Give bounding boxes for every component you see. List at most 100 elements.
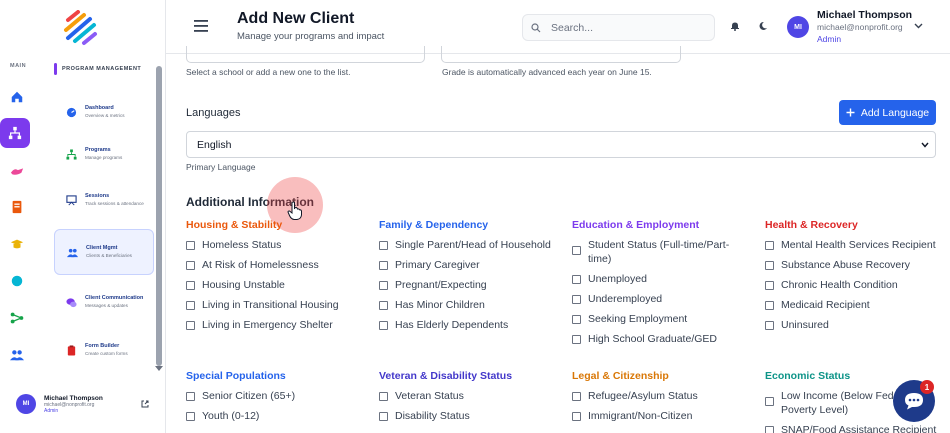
checkbox-item[interactable]: Homeless Status <box>186 238 366 252</box>
checkbox[interactable] <box>186 240 195 250</box>
checkbox-item[interactable]: Primary Caregiver <box>379 258 559 272</box>
checkbox[interactable] <box>379 320 388 330</box>
search-input[interactable] <box>551 21 701 34</box>
users-icon <box>67 248 78 257</box>
chevron-down-icon[interactable] <box>914 23 923 29</box>
checkbox-label: Seeking Employment <box>588 313 688 325</box>
checkbox-label: Has Elderly Dependents <box>395 319 509 331</box>
rail-network-button[interactable] <box>4 305 30 331</box>
sidebar-user-name: Michael Thompson <box>44 394 103 402</box>
sidebar-item-title: Form Builder <box>85 343 120 350</box>
search-box[interactable] <box>522 14 715 41</box>
moon-icon[interactable] <box>758 21 768 31</box>
rail-users-button[interactable] <box>4 342 30 368</box>
sidebar-item-client-mgmt[interactable]: Client Mgmt Clients & Beneficiaries <box>54 229 154 275</box>
checkbox-item[interactable]: Seeking Employment <box>572 312 747 326</box>
bell-icon[interactable] <box>730 21 740 31</box>
sidebar-item-form-builder[interactable]: Form Builder Create custom forms <box>54 330 154 370</box>
language-select[interactable]: English <box>186 131 936 158</box>
checkbox[interactable] <box>186 300 195 310</box>
checkbox-item[interactable]: Refugee/Asylum Status <box>572 389 752 403</box>
rail-education-button[interactable] <box>4 231 30 257</box>
checkbox[interactable] <box>572 274 581 284</box>
checkbox-item[interactable]: SNAP/Food Assistance Recipient <box>765 423 940 433</box>
checkbox[interactable] <box>765 260 774 270</box>
checkbox[interactable] <box>765 397 774 406</box>
checkbox[interactable] <box>765 240 774 250</box>
checkbox[interactable] <box>186 411 195 421</box>
checkbox-item[interactable]: Living in Transitional Housing <box>186 298 366 312</box>
group-special-populations: Special Populations Senior Citizen (65+)… <box>186 370 366 429</box>
checkbox[interactable] <box>186 320 195 330</box>
checkbox[interactable] <box>379 411 388 421</box>
checkbox-item[interactable]: Housing Unstable <box>186 278 366 292</box>
chalkboard-icon <box>66 194 77 205</box>
home-icon <box>11 91 23 103</box>
rail-programs-button[interactable] <box>0 118 30 148</box>
checkbox-item[interactable]: Disability Status <box>379 409 559 423</box>
checkbox[interactable] <box>572 246 581 255</box>
checkbox[interactable] <box>379 391 388 401</box>
checkbox[interactable] <box>379 240 388 250</box>
checkbox[interactable] <box>572 411 581 421</box>
language-select-value: English <box>197 138 232 151</box>
checkbox[interactable] <box>572 391 581 401</box>
checkbox[interactable] <box>765 300 774 310</box>
checkbox-item[interactable]: Pregnant/Expecting <box>379 278 559 292</box>
checkbox[interactable] <box>186 260 195 270</box>
primary-language-hint: Primary Language <box>186 162 256 172</box>
checkbox-item[interactable]: Uninsured <box>765 318 945 332</box>
rail-sessions-button[interactable] <box>4 158 30 184</box>
checkbox-item[interactable]: Student Status (Full-time/Part-time) <box>572 238 747 266</box>
sidebar-item-sessions[interactable]: Sessions Track sessions & attendance <box>54 180 154 220</box>
add-language-button[interactable]: Add Language <box>839 100 936 125</box>
checkbox-item[interactable]: High School Graduate/GED <box>572 332 747 346</box>
checkbox-item[interactable]: Veteran Status <box>379 389 559 403</box>
chat-bubble-icon <box>905 393 923 410</box>
checkbox-item[interactable]: Chronic Health Condition <box>765 278 945 292</box>
rail-reports-button[interactable] <box>4 194 30 220</box>
checkbox-item[interactable]: Immigrant/Non-Citizen <box>572 409 752 423</box>
checkbox[interactable] <box>379 300 388 310</box>
checkbox-item[interactable]: At Risk of Homelessness <box>186 258 366 272</box>
checkbox-item[interactable]: Substance Abuse Recovery <box>765 258 945 272</box>
checkbox-label: At Risk of Homelessness <box>202 259 319 271</box>
checkbox[interactable] <box>379 260 388 270</box>
scroll-down-arrow[interactable] <box>155 366 163 371</box>
checkbox-item[interactable]: Senior Citizen (65+) <box>186 389 366 403</box>
plus-icon <box>846 108 855 117</box>
grade-select-field[interactable] <box>441 46 681 63</box>
checkbox[interactable] <box>765 320 774 330</box>
rail-global-button[interactable] <box>4 268 30 294</box>
sidebar-item-dashboard[interactable]: Dashboard Overview & metrics <box>54 92 154 132</box>
external-link-icon[interactable] <box>141 400 149 408</box>
sidebar-user-card: MI Michael Thompson michael@nonprofit.or… <box>16 394 103 414</box>
checkbox-item[interactable]: Living in Emergency Shelter <box>186 318 366 332</box>
checkbox-item[interactable]: Has Elderly Dependents <box>379 318 559 332</box>
checkbox[interactable] <box>572 314 581 324</box>
checkbox-item[interactable]: Has Minor Children <box>379 298 559 312</box>
checkbox[interactable] <box>572 334 581 344</box>
checkbox-label: Youth (0-12) <box>202 410 260 422</box>
checkbox[interactable] <box>765 280 774 290</box>
sidebar-item-client-communication[interactable]: Client Communication Messages & updates <box>54 282 154 322</box>
checkbox-item[interactable]: Mental Health Services Recipient <box>765 238 945 252</box>
hamburger-menu-icon[interactable] <box>194 20 208 32</box>
sidebar-scrollbar[interactable] <box>156 66 162 366</box>
avatar[interactable]: MI <box>787 16 809 38</box>
checkbox-item[interactable]: Youth (0-12) <box>186 409 366 423</box>
checkbox[interactable] <box>765 425 774 433</box>
checkbox[interactable] <box>379 280 388 290</box>
school-select-field[interactable] <box>186 46 425 63</box>
checkbox[interactable] <box>186 391 195 401</box>
checkbox-item[interactable]: Single Parent/Head of Household <box>379 238 559 252</box>
sidebar-item-programs[interactable]: Programs Manage programs <box>54 134 154 174</box>
checkbox-item[interactable]: Medicaid Recipient <box>765 298 945 312</box>
rail-home-button[interactable] <box>4 84 30 110</box>
checkbox[interactable] <box>572 294 581 304</box>
checkbox-item[interactable]: Unemployed <box>572 272 747 286</box>
header-user-name[interactable]: Michael Thompson <box>817 9 912 21</box>
checkbox[interactable] <box>186 280 195 290</box>
checkbox-item[interactable]: Underemployed <box>572 292 747 306</box>
checkbox-label: Refugee/Asylum Status <box>588 390 698 402</box>
